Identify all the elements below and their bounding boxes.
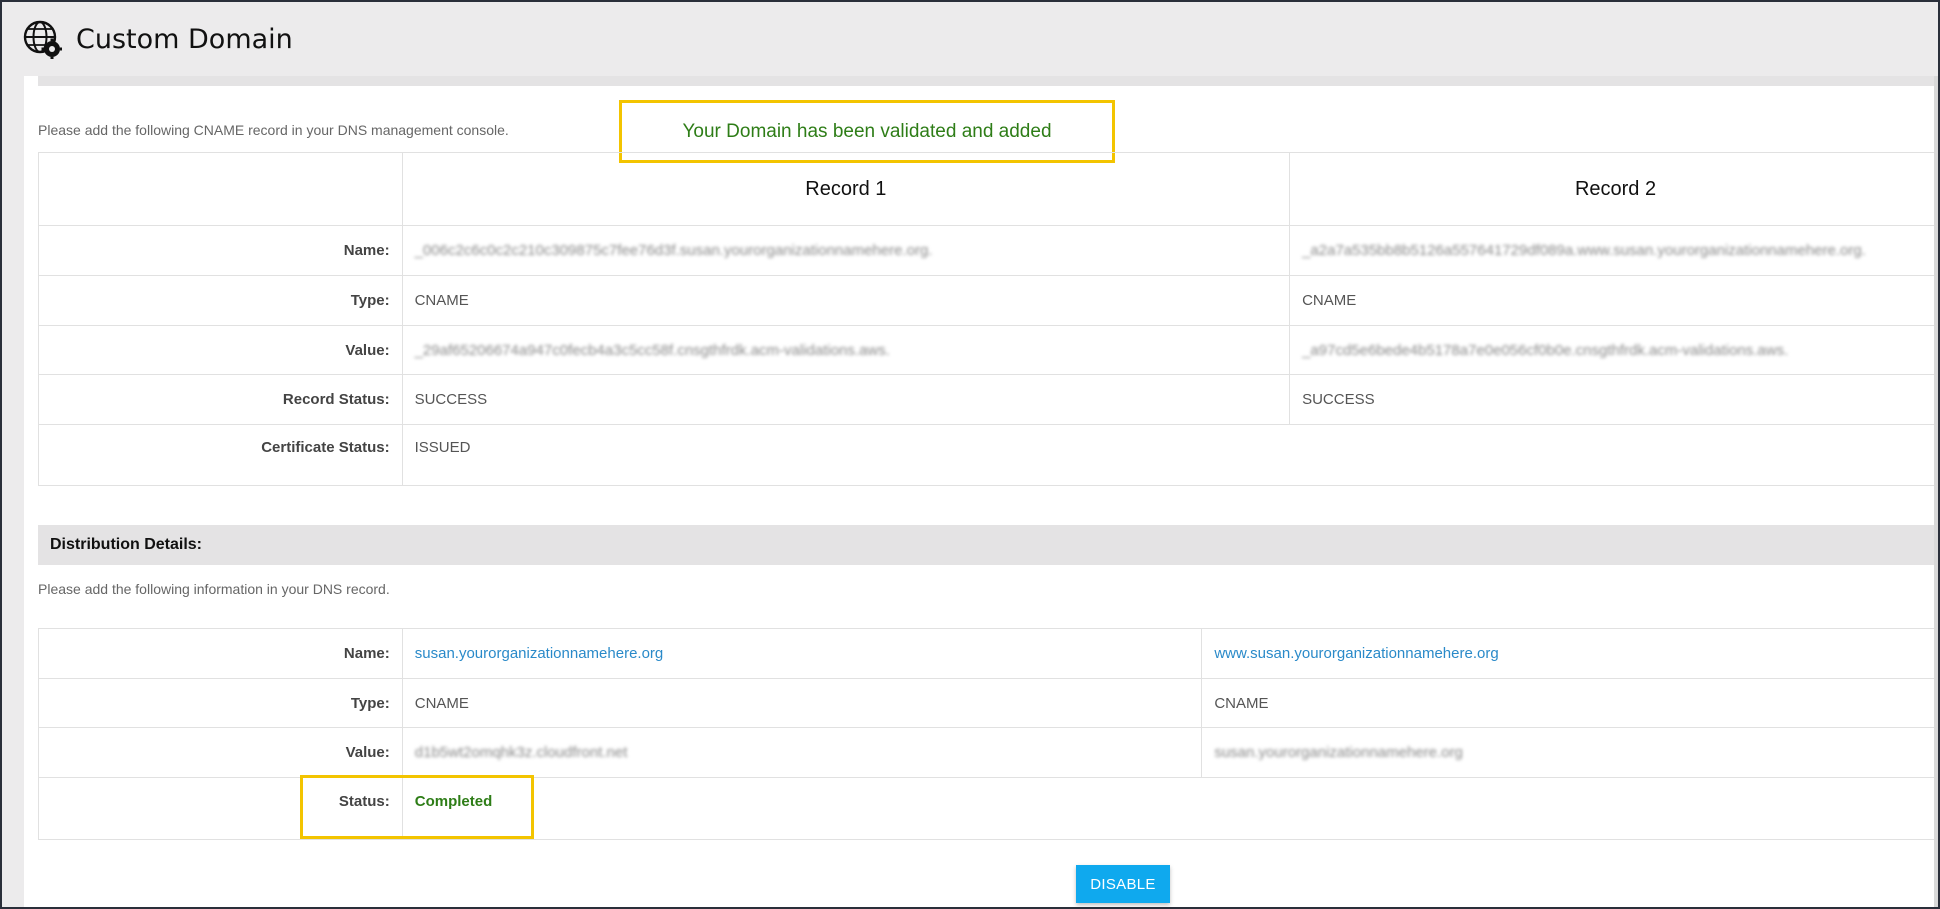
table-row: Value: _29af65206674a947c0fecb4a3c5cc58f… <box>38 325 1938 375</box>
row-label-value: Value: <box>38 325 403 375</box>
table-row: Name: _006c2c6c0c2c210c309875c7fee76d3f.… <box>38 225 1938 276</box>
dist-type-value-2: CNAME <box>1201 678 1938 728</box>
main-content: Certificate Validation: Please add the f… <box>24 54 1938 907</box>
left-rail <box>2 76 24 907</box>
globe-gear-icon <box>23 20 62 59</box>
record1-name-value: _006c2c6c0c2c210c309875c7fee76d3f.susan.… <box>414 242 933 259</box>
dist-value-2: susan.yourorganizationnamehere.org <box>1214 744 1463 761</box>
dist-value-1: d1b5wt2omqhk3z.cloudfront.net <box>414 744 628 761</box>
record1-status-value: SUCCESS <box>401 374 1291 425</box>
table-row: Certificate Status: ISSUED <box>38 424 1938 486</box>
row-label-record-status: Record Status: <box>38 374 403 425</box>
row-label-type: Type: <box>38 275 403 326</box>
status-highlight-box <box>300 775 534 839</box>
certificate-status-value: ISSUED <box>401 424 1938 486</box>
record2-status-value: SUCCESS <box>1289 374 1938 425</box>
dist-row-label-type: Type: <box>38 678 403 728</box>
app-window: Custom Domain Certificate Validation: Pl… <box>0 0 1940 909</box>
distribution-section-title: Distribution Details: <box>50 536 203 553</box>
row-label-certificate-status: Certificate Status: <box>38 424 403 486</box>
record1-type-value: CNAME <box>401 275 1291 326</box>
column-header-record-2: Record 2 <box>1289 152 1938 226</box>
table-row: Record Status: SUCCESS SUCCESS <box>38 374 1938 425</box>
table-header-row: Record 1 Record 2 <box>38 152 1938 226</box>
dist-type-value-1: CNAME <box>401 678 1203 728</box>
table-row: Type: CNAME CNAME <box>38 678 1938 728</box>
validation-success-text: Your Domain has been validated and added <box>682 120 1052 142</box>
disable-button[interactable]: DISABLE <box>1076 865 1170 903</box>
dist-row-label-value: Value: <box>38 727 403 778</box>
table-row: Name: susan.yourorganizationnamehere.org… <box>38 628 1938 679</box>
record2-value-value: _a97cd5e6bede4b5178a7e0e056cf0b0e.cnsgth… <box>1302 341 1789 359</box>
dist-name-link-2[interactable]: www.susan.yourorganizationnamehere.org <box>1214 645 1498 662</box>
record2-name-value: _a2a7a535bb8b5126a557641729df089a.www.su… <box>1302 242 1866 259</box>
distribution-hint: Please add the following information in … <box>38 581 390 597</box>
column-header-record-1: Record 1 <box>401 152 1291 226</box>
record1-value-value: _29af65206674a947c0fecb4a3c5cc58f.cnsgth… <box>414 341 890 359</box>
table-row: Type: CNAME CNAME <box>38 275 1938 326</box>
page-title: Custom Domain <box>76 23 293 55</box>
title-bar: Custom Domain <box>2 2 1938 76</box>
distribution-section-header: Distribution Details: <box>38 525 1938 565</box>
table-header-empty <box>38 152 403 226</box>
dist-name-link-1[interactable]: susan.yourorganizationnamehere.org <box>415 645 664 662</box>
row-label-name: Name: <box>38 225 403 276</box>
table-row: Value: d1b5wt2omqhk3z.cloudfront.net sus… <box>38 727 1938 778</box>
certificate-hint: Please add the following CNAME record in… <box>38 122 509 138</box>
certificate-records-table: Record 1 Record 2 Name: _006c2c6c0c2c210… <box>38 152 1938 486</box>
scrollbar[interactable] <box>1934 76 1938 907</box>
dist-row-label-name: Name: <box>38 628 403 679</box>
record2-type-value: CNAME <box>1289 275 1938 326</box>
